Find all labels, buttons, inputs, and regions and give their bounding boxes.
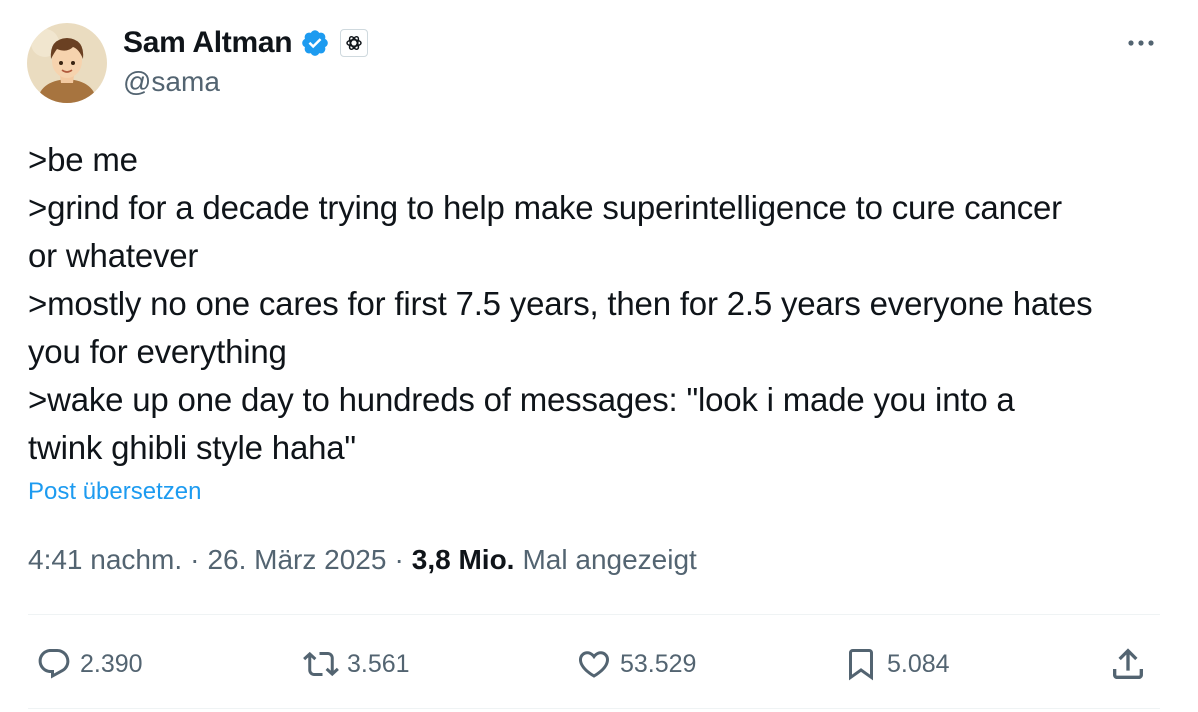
author-name-row: Sam Altman — [123, 23, 369, 63]
share-icon[interactable] — [1108, 644, 1148, 684]
author-handle[interactable]: @sama — [123, 66, 220, 98]
more-icon[interactable] — [1121, 28, 1161, 58]
tweet-line: you for everything — [28, 333, 287, 370]
reply-button[interactable]: 2.390 — [36, 640, 143, 688]
reply-icon — [38, 649, 70, 679]
bookmark-count: 5.084 — [887, 649, 950, 678]
tweet-line: or whatever — [28, 237, 199, 274]
post-date[interactable]: 26. März 2025 — [207, 544, 386, 576]
views-count: 3,8 Mio. — [411, 544, 515, 575]
avatar[interactable] — [27, 23, 107, 103]
divider — [28, 614, 1160, 615]
verified-badge-icon[interactable] — [300, 28, 330, 58]
meta-separator: · — [394, 544, 404, 575]
translate-link[interactable]: Post übersetzen — [28, 478, 201, 506]
tweet-line: >grind for a decade trying to help make … — [28, 189, 1062, 226]
like-icon — [578, 651, 610, 678]
tweet-line: twink ghibli style haha" — [28, 429, 356, 466]
tweet-text: >be me >grind for a decade trying to hel… — [28, 136, 1178, 472]
repost-count: 3.561 — [347, 649, 410, 678]
openai-affiliate-icon[interactable] — [340, 29, 369, 57]
divider — [28, 708, 1160, 709]
bookmark-button[interactable]: 5.084 — [843, 640, 950, 688]
post-time[interactable]: 4:41 nachm. — [28, 544, 182, 576]
repost-button[interactable]: 3.561 — [303, 640, 410, 688]
tweet-meta: 4:41 nachm. · 26. März 2025 · 3,8 Mio. M… — [28, 544, 697, 576]
meta-separator: · — [190, 544, 200, 575]
like-button[interactable]: 53.529 — [576, 640, 696, 688]
author-display-name[interactable]: Sam Altman — [123, 26, 293, 60]
repost-icon — [303, 651, 339, 677]
bookmark-icon — [849, 649, 873, 681]
views-label: Mal angezeigt — [522, 544, 697, 575]
tweet-line: >mostly no one cares for first 7.5 years… — [28, 285, 1093, 322]
tweet-line: >be me — [28, 141, 138, 178]
tweet: Sam Altman @sama >be me >grind for a dec… — [0, 0, 1198, 712]
tweet-line: >wake up one day to hundreds of messages… — [28, 381, 1015, 418]
like-count: 53.529 — [620, 649, 697, 678]
reply-count: 2.390 — [80, 649, 143, 678]
